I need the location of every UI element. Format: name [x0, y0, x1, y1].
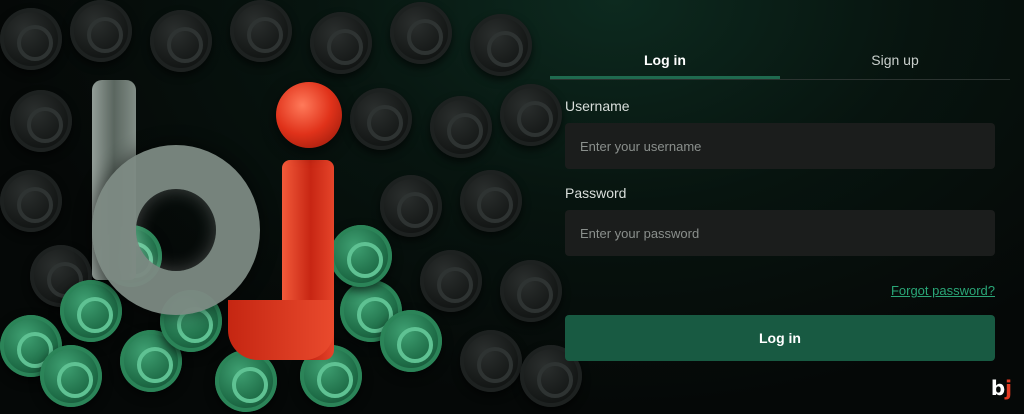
logo-j-hook [228, 300, 334, 360]
tab-log-in[interactable]: Log in [550, 40, 780, 79]
coin-decoration [470, 14, 532, 76]
coin-decoration [40, 345, 102, 407]
logo-letter-b: b [990, 376, 1006, 400]
auth-tabs: Log in Sign up [550, 40, 1010, 80]
password-label: Password [565, 185, 627, 201]
logo-b-bowl [92, 145, 260, 315]
coin-decoration [230, 0, 292, 62]
coin-decoration [70, 0, 132, 62]
coin-decoration [60, 280, 122, 342]
coin-decoration [460, 170, 522, 232]
coin-decoration [430, 96, 492, 158]
tab-sign-up[interactable]: Sign up [780, 40, 1010, 79]
logo-letter-j: j [1005, 376, 1012, 400]
coin-decoration [0, 170, 62, 232]
coin-decoration [500, 260, 562, 322]
username-input[interactable] [565, 123, 995, 169]
coin-decoration [380, 175, 442, 237]
forgot-password-link[interactable]: Forgot password? [891, 283, 995, 298]
coin-decoration [150, 10, 212, 72]
coin-decoration [380, 310, 442, 372]
login-button[interactable]: Log in [565, 315, 995, 361]
coin-decoration [460, 330, 522, 392]
password-input[interactable] [565, 210, 995, 256]
coin-decoration [500, 84, 562, 146]
coin-decoration [10, 90, 72, 152]
coin-decoration [420, 250, 482, 312]
coin-decoration [390, 2, 452, 64]
username-label: Username [565, 98, 630, 114]
logo-j-dot [276, 82, 342, 148]
bj-logo-icon: bj [991, 376, 1012, 400]
coin-decoration [0, 8, 62, 70]
login-panel: Log in Sign up Username Password Forgot … [550, 40, 1010, 361]
coin-decoration [330, 225, 392, 287]
coin-decoration [310, 12, 372, 74]
coin-decoration [350, 88, 412, 150]
hero-artwork [0, 0, 600, 414]
